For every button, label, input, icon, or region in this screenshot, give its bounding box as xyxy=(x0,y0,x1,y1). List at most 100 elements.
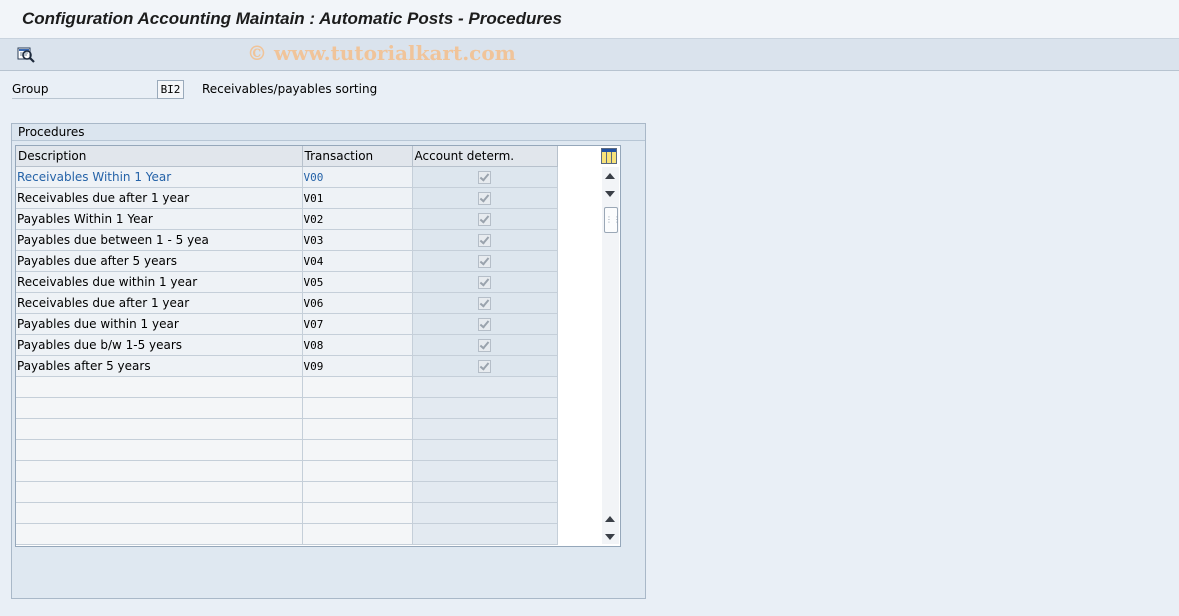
account-determ-checkbox xyxy=(478,318,491,331)
row-account-determ xyxy=(412,334,558,356)
empty-account-determ-cell[interactable] xyxy=(412,418,558,440)
row-account-determ xyxy=(412,229,558,251)
empty-table-row[interactable] xyxy=(16,376,558,398)
table-row[interactable]: Payables due b/w 1-5 years V08 xyxy=(16,334,558,356)
account-determ-checkbox xyxy=(478,192,491,205)
table-row[interactable]: Payables Within 1 Year V02 xyxy=(16,208,558,230)
row-description[interactable]: Payables due after 5 years xyxy=(16,250,303,272)
scroll-down-icon[interactable] xyxy=(605,534,615,540)
empty-transaction-cell[interactable] xyxy=(302,418,413,440)
account-determ-checkbox xyxy=(478,234,491,247)
empty-transaction-cell[interactable] xyxy=(302,397,413,419)
table-row[interactable]: Payables due between 1 - 5 yea V03 xyxy=(16,229,558,251)
procedures-table: Description Transaction Account determ. … xyxy=(15,145,621,547)
empty-account-determ-cell[interactable] xyxy=(412,376,558,398)
empty-transaction-cell[interactable] xyxy=(302,502,413,524)
scroll-thumb[interactable]: ⋮⋮ xyxy=(604,207,621,233)
row-transaction[interactable]: V07 xyxy=(302,313,413,335)
row-transaction[interactable]: V09 xyxy=(302,355,413,377)
group-label: Group xyxy=(12,81,157,99)
empty-description-cell[interactable] xyxy=(16,397,303,419)
column-header-description[interactable]: Description xyxy=(16,146,303,167)
table-row[interactable]: Receivables due after 1 year V06 xyxy=(16,292,558,314)
procedures-panel: Procedures Description Transaction Accou… xyxy=(11,123,646,599)
window-title: Configuration Accounting Maintain : Auto… xyxy=(22,9,562,28)
application-toolbar: © www.tutorialkart.com xyxy=(0,39,1179,71)
row-account-determ xyxy=(412,313,558,335)
table-row[interactable]: Payables after 5 years V09 xyxy=(16,355,558,377)
account-determ-checkbox xyxy=(478,297,491,310)
row-transaction[interactable]: V00 xyxy=(302,166,413,188)
empty-table-row[interactable] xyxy=(16,460,558,482)
row-description[interactable]: Payables due within 1 year xyxy=(16,313,303,335)
empty-description-cell[interactable] xyxy=(16,523,303,545)
row-description[interactable]: Payables after 5 years xyxy=(16,355,303,377)
row-account-determ xyxy=(412,250,558,272)
empty-transaction-cell[interactable] xyxy=(302,376,413,398)
empty-account-determ-cell[interactable] xyxy=(412,439,558,461)
empty-transaction-cell[interactable] xyxy=(302,481,413,503)
account-determ-checkbox xyxy=(478,360,491,373)
watermark: © www.tutorialkart.com xyxy=(247,41,516,65)
empty-table-row[interactable] xyxy=(16,481,558,503)
row-transaction[interactable]: V08 xyxy=(302,334,413,356)
row-account-determ xyxy=(412,292,558,314)
group-description: Receivables/payables sorting xyxy=(202,82,378,96)
row-transaction[interactable]: V06 xyxy=(302,292,413,314)
empty-table-row[interactable] xyxy=(16,418,558,440)
row-transaction[interactable]: V02 xyxy=(302,208,413,230)
empty-description-cell[interactable] xyxy=(16,481,303,503)
account-determ-checkbox xyxy=(478,339,491,352)
empty-account-determ-cell[interactable] xyxy=(412,502,558,524)
procedures-panel-header: Procedures xyxy=(12,124,645,141)
table-row[interactable]: Payables due within 1 year V07 xyxy=(16,313,558,335)
empty-account-determ-cell[interactable] xyxy=(412,460,558,482)
empty-description-cell[interactable] xyxy=(16,418,303,440)
row-description[interactable]: Receivables due after 1 year xyxy=(16,292,303,314)
row-account-determ xyxy=(412,208,558,230)
row-transaction[interactable]: V05 xyxy=(302,271,413,293)
table-row[interactable]: Receivables due within 1 year V05 xyxy=(16,271,558,293)
empty-transaction-cell[interactable] xyxy=(302,523,413,545)
empty-account-determ-cell[interactable] xyxy=(412,397,558,419)
row-description[interactable]: Payables due b/w 1-5 years xyxy=(16,334,303,356)
empty-table-row[interactable] xyxy=(16,397,558,419)
empty-account-determ-cell[interactable] xyxy=(412,523,558,545)
row-description[interactable]: Receivables due after 1 year xyxy=(16,187,303,209)
empty-table-row[interactable] xyxy=(16,523,558,545)
column-header-transaction[interactable]: Transaction xyxy=(302,146,413,167)
group-field[interactable]: BI2 xyxy=(157,80,184,99)
title-bar: Configuration Accounting Maintain : Auto… xyxy=(0,0,1179,39)
page-down-icon[interactable] xyxy=(605,191,615,197)
row-description[interactable]: Payables Within 1 Year xyxy=(16,208,303,230)
page-up-icon[interactable] xyxy=(605,516,615,522)
procedures-grid: Description Transaction Account determ. … xyxy=(16,146,558,545)
row-description[interactable]: Receivables Within 1 Year xyxy=(16,166,303,188)
empty-table-row[interactable] xyxy=(16,502,558,524)
account-determ-checkbox xyxy=(478,213,491,226)
row-description[interactable]: Receivables due within 1 year xyxy=(16,271,303,293)
empty-transaction-cell[interactable] xyxy=(302,439,413,461)
column-header-account-determ[interactable]: Account determ. xyxy=(412,146,558,167)
empty-account-determ-cell[interactable] xyxy=(412,481,558,503)
empty-description-cell[interactable] xyxy=(16,439,303,461)
table-row[interactable]: Receivables Within 1 Year V00 xyxy=(16,166,558,188)
row-transaction[interactable]: V01 xyxy=(302,187,413,209)
table-row[interactable]: Receivables due after 1 year V01 xyxy=(16,187,558,209)
scroll-up-icon[interactable] xyxy=(605,173,615,179)
empty-description-cell[interactable] xyxy=(16,460,303,482)
empty-description-cell[interactable] xyxy=(16,376,303,398)
table-settings-icon[interactable] xyxy=(601,148,617,164)
display-details-icon[interactable] xyxy=(16,45,36,64)
vertical-scrollbar[interactable]: ⋮⋮ xyxy=(602,167,621,544)
row-account-determ xyxy=(412,187,558,209)
row-description[interactable]: Payables due between 1 - 5 yea xyxy=(16,229,303,251)
empty-table-row[interactable] xyxy=(16,439,558,461)
empty-description-cell[interactable] xyxy=(16,502,303,524)
empty-transaction-cell[interactable] xyxy=(302,460,413,482)
row-transaction[interactable]: V04 xyxy=(302,250,413,272)
row-account-determ xyxy=(412,271,558,293)
row-transaction[interactable]: V03 xyxy=(302,229,413,251)
table-row[interactable]: Payables due after 5 years V04 xyxy=(16,250,558,272)
account-determ-checkbox xyxy=(478,255,491,268)
